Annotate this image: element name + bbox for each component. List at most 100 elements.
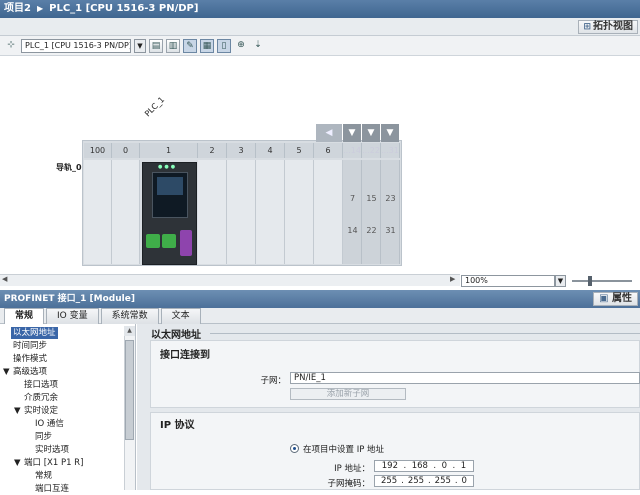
- ethernet-port-icon[interactable]: [146, 234, 160, 248]
- device-selector[interactable]: PLC_1 [CPU 1516-3 PN/DP]: [21, 38, 131, 53]
- nav-expand-icon[interactable]: ▼: [14, 457, 21, 469]
- nav-expand-icon[interactable]: ▼: [3, 366, 10, 378]
- zoom-selector[interactable]: 100%: [461, 275, 555, 287]
- profibus-port-icon[interactable]: [180, 230, 192, 256]
- nav-item-ethernet-address[interactable]: 以太网地址: [11, 327, 58, 339]
- ip-address-input[interactable]: 192. 168. 0. 1: [374, 460, 474, 472]
- nav-expand-icon[interactable]: ▼: [14, 405, 21, 417]
- slot-4[interactable]: [256, 160, 285, 264]
- properties-icon: ▣: [599, 293, 609, 304]
- mask-octet: 0: [461, 476, 467, 486]
- collapse-left-icon[interactable]: ◀: [316, 124, 342, 142]
- ip-group-title: IP 协议: [160, 420, 195, 431]
- device-dropdown-chevron-icon[interactable]: ▼: [134, 38, 146, 53]
- columns-icon[interactable]: ▯: [217, 38, 231, 53]
- horizontal-scrollbar[interactable]: [0, 274, 460, 286]
- properties-button[interactable]: ▣ 属性: [593, 292, 638, 306]
- slot-header-1: 1: [140, 143, 198, 158]
- slot-header-5: 5: [285, 143, 314, 158]
- project-name: 项目2: [4, 3, 31, 14]
- ext-range-start: 23: [385, 194, 396, 203]
- nav-scroll-thumb[interactable]: [125, 340, 134, 440]
- status-led-icon: ●●●: [158, 164, 178, 170]
- nav-item-io-communication[interactable]: IO 通信: [35, 418, 64, 430]
- set-ip-in-project-label: 在项目中设置 IP 地址: [303, 445, 385, 455]
- slot-3[interactable]: [227, 160, 256, 264]
- tab-system-constants[interactable]: 系统常数: [100, 308, 159, 324]
- zoom-icon[interactable]: ⊕: [234, 39, 248, 53]
- ethernet-port-icon[interactable]: [162, 234, 176, 248]
- nav-item-media-redundancy[interactable]: 介质冗余: [24, 392, 58, 404]
- ip-dot: .: [433, 461, 437, 471]
- slot-2[interactable]: [198, 160, 227, 264]
- set-ip-in-project-radio[interactable]: [290, 444, 299, 453]
- slot-header-4: 4: [256, 143, 285, 158]
- slot-header-ext2: ...22: [362, 143, 381, 158]
- properties-icon[interactable]: ▥: [166, 38, 180, 53]
- expand-slots-icon[interactable]: ▼: [362, 124, 380, 142]
- slot-0[interactable]: [112, 160, 140, 264]
- section-title: 以太网地址: [151, 330, 201, 341]
- zoom-slider[interactable]: [572, 276, 632, 286]
- scroll-up-icon[interactable]: ▲: [124, 326, 135, 336]
- ext-range-end: 31: [385, 226, 396, 235]
- inspector-tabs: 常规 IO 变量 系统常数 文本: [0, 308, 640, 324]
- scroll-right-icon[interactable]: ▶: [450, 275, 455, 283]
- device-toolbar: ⊹ PLC_1 [CPU 1516-3 PN/DP] ▼ ▤ ▥ ✎ ▦ ▯ ⊕…: [0, 36, 640, 56]
- slot-header-ext3: ...31: [381, 143, 400, 158]
- topology-view-label: 拓扑视图: [593, 21, 633, 32]
- slot-header-6: 6: [314, 143, 343, 158]
- device-name: PLC_1 [CPU 1516-3 PN/DP]: [49, 3, 199, 14]
- ip-dot: .: [452, 461, 456, 471]
- grid-icon[interactable]: ▦: [200, 38, 214, 53]
- ip-octet: 1: [460, 461, 467, 471]
- tab-texts[interactable]: 文本: [160, 308, 201, 324]
- zoom-down-icon[interactable]: ⇣: [251, 39, 265, 53]
- mask-dot: .: [401, 476, 404, 486]
- view-header: ⊞ 拓扑视图: [0, 18, 640, 36]
- ip-octet: 168: [411, 461, 428, 471]
- slot-ext-1[interactable]: [343, 160, 362, 264]
- properties-label: 属性: [612, 293, 632, 304]
- slot-100[interactable]: [84, 160, 112, 264]
- mask-octet: 255: [407, 476, 425, 486]
- nav-item-interface-options[interactable]: 接口选项: [24, 379, 58, 391]
- tab-general[interactable]: 常规: [4, 308, 45, 324]
- expand-slots-icon[interactable]: ▼: [343, 124, 361, 142]
- nav-item-port[interactable]: 端口 [X1 P1 R]: [24, 457, 83, 469]
- expand-slots-icon[interactable]: ▼: [381, 124, 399, 142]
- nav-item-port-interconnection[interactable]: 端口互连: [35, 483, 69, 495]
- slot-ext-3[interactable]: [381, 160, 400, 264]
- subnet-field[interactable]: PN/IE_1: [290, 372, 640, 384]
- nav-item-advanced[interactable]: 高级选项: [13, 366, 47, 378]
- slot-header-2: 2: [198, 143, 227, 158]
- slot-5[interactable]: [285, 160, 314, 264]
- ext-range-end: 22: [366, 226, 377, 235]
- zoom-dropdown-chevron-icon[interactable]: ▼: [555, 275, 566, 287]
- topology-view-button[interactable]: ⊞ 拓扑视图: [578, 20, 638, 34]
- table-view-icon[interactable]: ▤: [149, 38, 163, 53]
- tab-io-tags[interactable]: IO 变量: [46, 308, 99, 324]
- topology-icon: ⊞: [583, 22, 591, 32]
- interface-group-title: 接口连接到: [160, 350, 210, 361]
- nav-item-operating-mode[interactable]: 操作模式: [13, 353, 47, 365]
- subnet-label: 子网：: [260, 376, 286, 386]
- ext-range-start: 7: [349, 194, 356, 203]
- mask-octet: 255: [434, 476, 451, 486]
- nav-item-port-general[interactable]: 常规: [35, 470, 52, 482]
- subnet-mask-label: 子网掩码：: [327, 479, 370, 489]
- nav-item-time-sync[interactable]: 时间同步: [13, 340, 47, 352]
- mask-octet: 255: [380, 476, 398, 486]
- add-subnet-button[interactable]: 添加新子网: [290, 388, 406, 400]
- draw-icon[interactable]: ✎: [183, 38, 197, 53]
- subnet-mask-input[interactable]: 255. 255. 255. 0: [374, 475, 474, 487]
- slot-ext-2[interactable]: [362, 160, 381, 264]
- nav-item-realtime-settings[interactable]: 实时设定: [24, 405, 58, 417]
- network-icon[interactable]: ⊹: [4, 39, 18, 53]
- slot-6[interactable]: [314, 160, 343, 264]
- ip-dot: .: [403, 461, 407, 471]
- nav-item-sync[interactable]: 同步: [35, 431, 52, 443]
- nav-item-realtime-options[interactable]: 实时选项: [35, 444, 69, 456]
- slot-header-100: 100: [84, 143, 112, 158]
- scroll-left-icon[interactable]: ◀: [2, 275, 7, 283]
